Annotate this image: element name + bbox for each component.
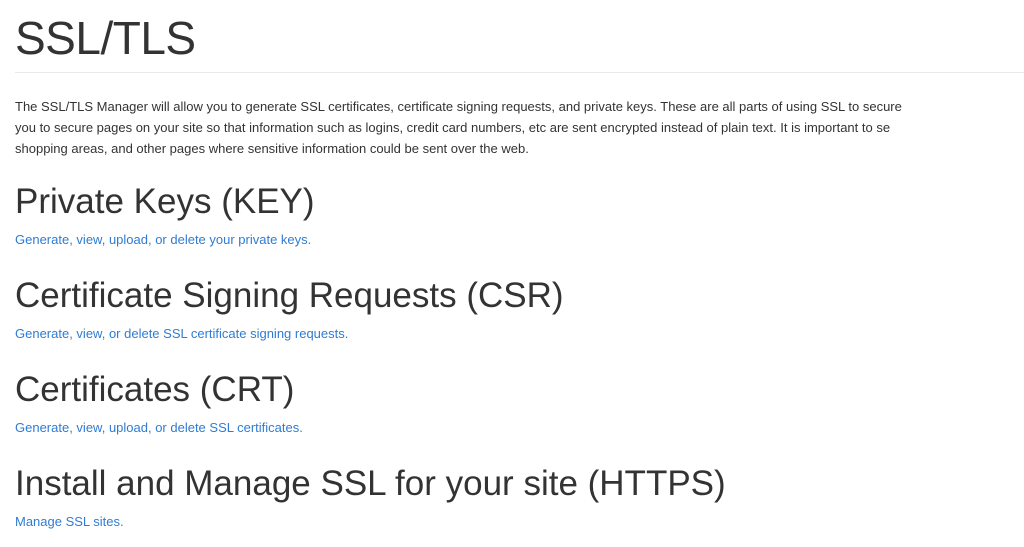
section-private-keys: Private Keys (KEY) Generate, view, uploa… xyxy=(15,182,315,248)
intro-line-2: you to secure pages on your site so that… xyxy=(15,120,891,135)
section-install-manage-ssl: Install and Manage SSL for your site (HT… xyxy=(15,464,726,530)
csr-link[interactable]: Generate, view, or delete SSL certificat… xyxy=(15,326,564,342)
title-divider xyxy=(15,72,1024,73)
private-keys-link[interactable]: Generate, view, upload, or delete your p… xyxy=(15,232,315,248)
section-certificates: Certificates (CRT) Generate, view, uploa… xyxy=(15,370,303,436)
page-content: SSL/TLS The SSL/TLS Manager will allow y… xyxy=(15,0,1024,529)
intro-line-1: The SSL/TLS Manager will allow you to ge… xyxy=(15,99,902,114)
section-csr: Certificate Signing Requests (CSR) Gener… xyxy=(15,276,564,342)
page-title: SSL/TLS xyxy=(15,12,196,64)
intro-line-3: shopping areas, and other pages where se… xyxy=(15,141,529,156)
section-heading-certificates: Certificates (CRT) xyxy=(15,370,295,409)
section-heading-install-manage-ssl: Install and Manage SSL for your site (HT… xyxy=(15,464,726,503)
certificates-link[interactable]: Generate, view, upload, or delete SSL ce… xyxy=(15,420,303,436)
section-heading-private-keys: Private Keys (KEY) xyxy=(15,182,315,221)
manage-ssl-sites-link[interactable]: Manage SSL sites. xyxy=(15,514,726,530)
section-heading-csr: Certificate Signing Requests (CSR) xyxy=(15,276,564,315)
intro-description: The SSL/TLS Manager will allow you to ge… xyxy=(15,96,1024,159)
